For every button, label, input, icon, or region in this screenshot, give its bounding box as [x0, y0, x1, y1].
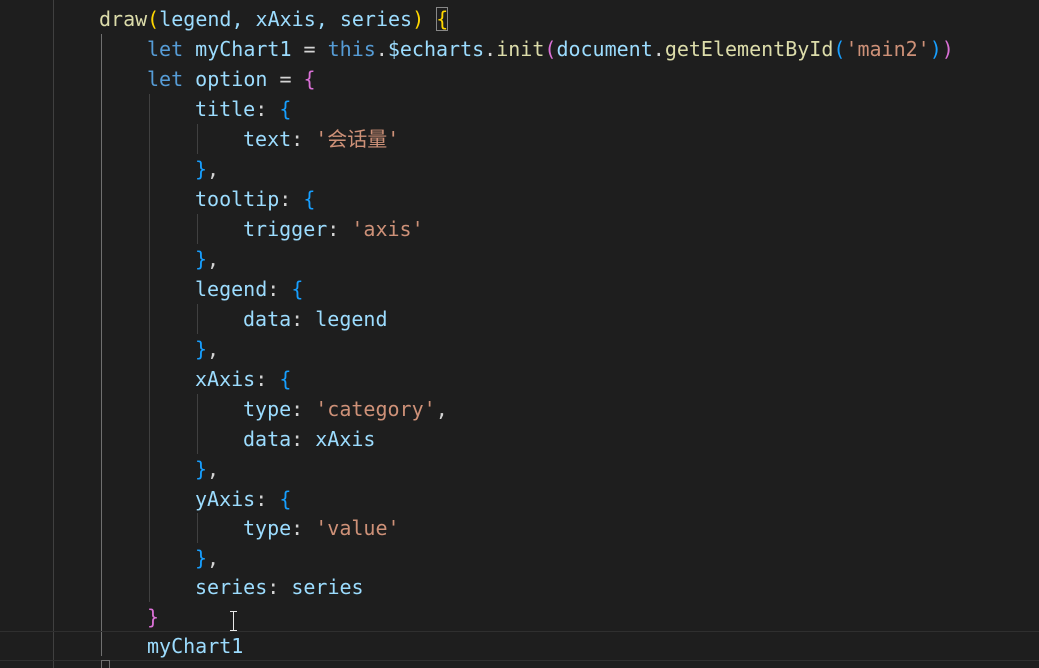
object: document — [556, 37, 653, 61]
code-line-11[interactable]: data: legend — [0, 304, 388, 334]
comma: , — [207, 337, 220, 361]
code-line-2[interactable]: let myChart1 = this.$echarts.init(docume… — [0, 34, 954, 64]
keyword: let — [147, 67, 184, 91]
close-paren: ) — [412, 7, 425, 31]
property: $echarts — [387, 37, 485, 61]
string-literal: '会话量' — [315, 127, 400, 151]
property-key: data — [243, 427, 292, 451]
close-brace: } — [195, 457, 208, 481]
code-line-22[interactable]: myChart1 — [0, 631, 243, 661]
colon: : — [327, 217, 352, 241]
code-line-3[interactable]: let option = { — [0, 64, 316, 94]
string-literal: 'value' — [315, 516, 400, 540]
open-brace: { — [279, 97, 292, 121]
operator: = — [291, 37, 328, 61]
identifier: legend — [315, 307, 388, 331]
variable: myChart1 — [195, 37, 292, 61]
open-brace: { — [279, 367, 292, 391]
code-line-17[interactable]: yAxis: { — [0, 484, 291, 514]
property-key: xAxis — [195, 367, 256, 391]
open-brace: { — [436, 7, 449, 31]
code-line-20[interactable]: series: series — [0, 572, 364, 602]
property-key: series — [195, 575, 268, 599]
code-line-18[interactable]: type: 'value' — [0, 513, 400, 543]
paren: ( — [833, 37, 846, 61]
dot: . — [484, 37, 497, 61]
code-line-14[interactable]: type: 'category', — [0, 394, 448, 424]
string-literal: 'axis' — [351, 217, 424, 241]
colon: : — [291, 307, 316, 331]
close-brace: } — [147, 605, 160, 629]
comma: , — [207, 457, 220, 481]
colon: : — [291, 127, 316, 151]
code-line-6[interactable]: }, — [0, 154, 219, 184]
keyword: let — [147, 37, 184, 61]
colon: : — [267, 277, 292, 301]
property-key: tooltip — [195, 187, 280, 211]
fold-marker-icon[interactable] — [101, 660, 110, 668]
code-editor[interactable]: draw(legend, xAxis, series) { let myChar… — [0, 0, 1039, 668]
code-line-21[interactable]: } — [0, 602, 159, 632]
code-line-12[interactable]: }, — [0, 334, 219, 364]
close-brace: } — [195, 157, 208, 181]
code-line-7[interactable]: tooltip: { — [0, 184, 315, 214]
method: init — [496, 37, 545, 61]
string-literal: 'main2' — [845, 37, 930, 61]
property-key: text — [243, 127, 292, 151]
colon: : — [279, 187, 304, 211]
string-literal: 'category' — [315, 397, 436, 421]
property-key: trigger — [243, 217, 328, 241]
property-key: type — [243, 397, 292, 421]
property-key: legend — [195, 277, 268, 301]
open-paren: ( — [147, 7, 160, 31]
this-keyword: this — [327, 37, 376, 61]
code-line-8[interactable]: trigger: 'axis' — [0, 214, 424, 244]
comma: , — [207, 157, 220, 181]
colon: : — [267, 575, 292, 599]
text-cursor-icon — [229, 611, 239, 631]
identifier: series — [291, 575, 364, 599]
method: getElementById — [664, 37, 834, 61]
code-line-13[interactable]: xAxis: { — [0, 364, 291, 394]
dot: . — [652, 37, 665, 61]
property-key: type — [243, 516, 292, 540]
function-name: draw — [99, 7, 148, 31]
colon: : — [291, 427, 316, 451]
code-line-16[interactable]: }, — [0, 454, 219, 484]
open-brace: { — [303, 67, 316, 91]
open-brace: { — [291, 277, 304, 301]
operator: = — [267, 67, 304, 91]
code-line-5[interactable]: text: '会话量' — [0, 124, 399, 154]
colon: : — [255, 97, 280, 121]
paren: ( — [544, 37, 557, 61]
close-brace: } — [195, 546, 208, 570]
code-line-9[interactable]: }, — [0, 244, 219, 274]
comma: , — [207, 247, 220, 271]
colon: : — [255, 487, 280, 511]
identifier: xAxis — [315, 427, 376, 451]
code-line-15[interactable]: data: xAxis — [0, 424, 375, 454]
property-key: title — [195, 97, 256, 121]
code-line-10[interactable]: legend: { — [0, 274, 303, 304]
colon: : — [291, 397, 316, 421]
identifier: myChart1 — [147, 634, 244, 658]
colon: : — [255, 367, 280, 391]
dot: . — [375, 37, 388, 61]
code-line-4[interactable]: title: { — [0, 94, 291, 124]
property-key: data — [243, 307, 292, 331]
property-key: yAxis — [195, 487, 256, 511]
code-line-19[interactable]: }, — [0, 543, 219, 573]
close-brace: } — [195, 247, 208, 271]
comma: , — [435, 397, 448, 421]
code-line-1[interactable]: draw(legend, xAxis, series) { — [0, 4, 449, 34]
open-brace: { — [303, 187, 316, 211]
variable: option — [195, 67, 268, 91]
comma: , — [207, 546, 220, 570]
open-brace: { — [279, 487, 292, 511]
colon: : — [291, 516, 316, 540]
close-brace: } — [195, 337, 208, 361]
paren: ) — [941, 37, 954, 61]
function-params: legend, xAxis, series — [159, 7, 413, 31]
paren: ) — [929, 37, 942, 61]
